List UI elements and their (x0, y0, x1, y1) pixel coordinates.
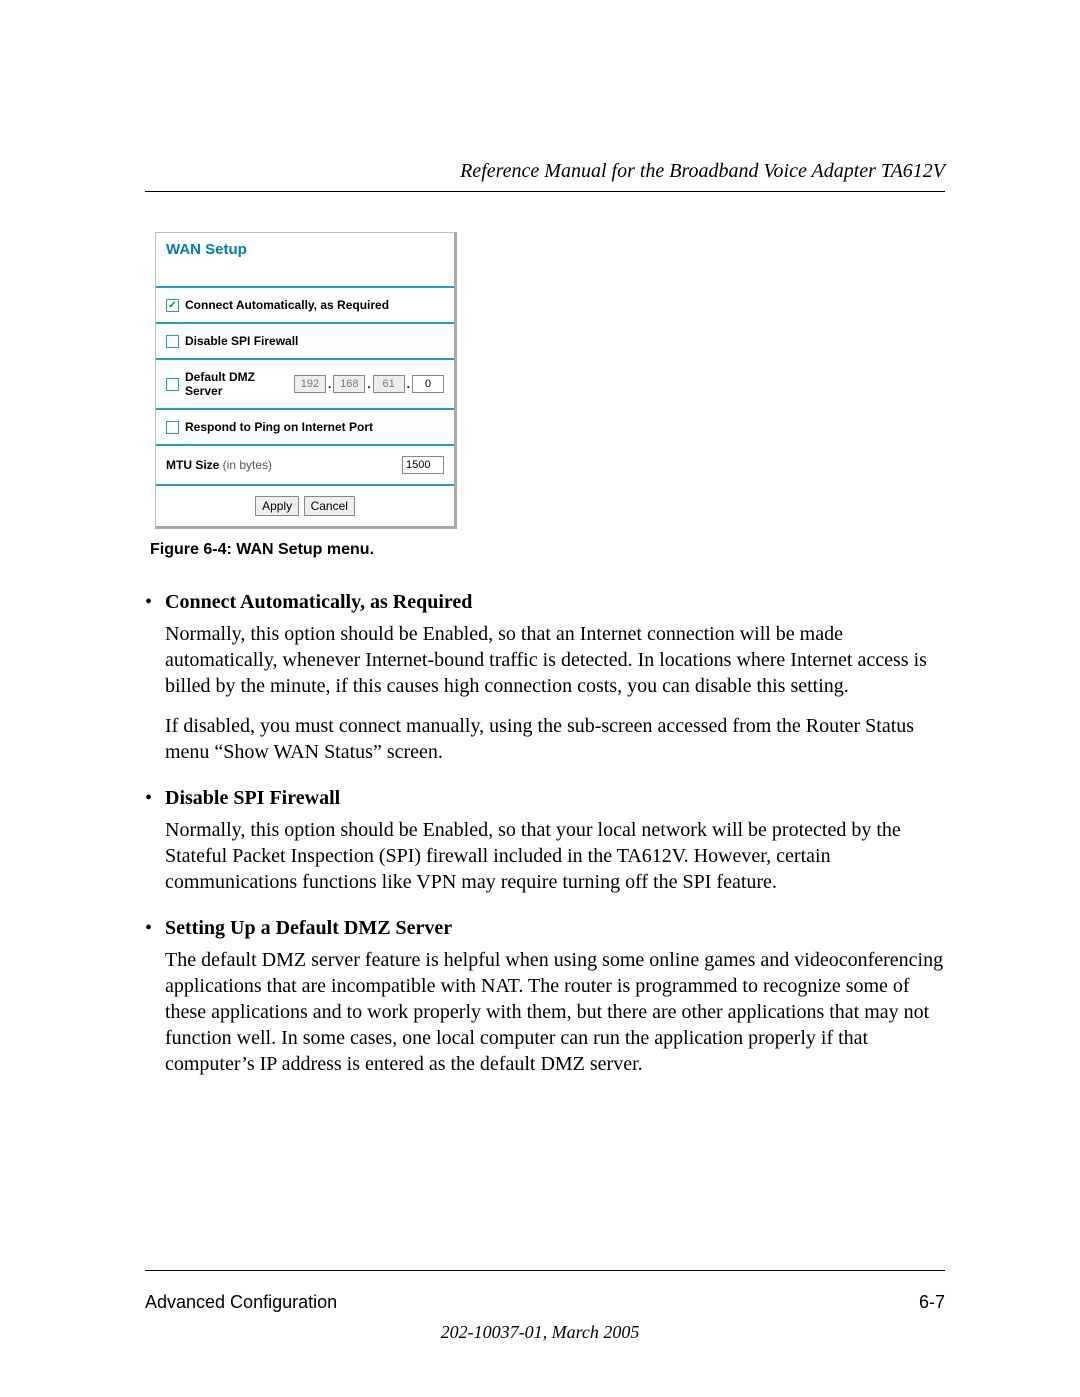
dmz-ip-octet-1[interactable] (294, 375, 326, 393)
label-default-dmz: Default DMZ Server (185, 370, 284, 398)
item-title: Disable SPI Firewall (165, 785, 945, 811)
bullet-list: Connect Automatically, as Required Norma… (145, 589, 945, 1077)
item-paragraph: If disabled, you must connect manually, … (165, 713, 945, 765)
checkbox-respond-ping[interactable] (166, 421, 179, 434)
wan-setup-panel: WAN Setup ✓ Connect Automatically, as Re… (155, 232, 457, 529)
page-number: 6-7 (919, 1292, 945, 1313)
panel-title: WAN Setup (156, 233, 454, 288)
item-paragraph: Normally, this option should be Enabled,… (165, 817, 945, 895)
footer-section: Advanced Configuration (145, 1292, 337, 1313)
doc-id: 202-10037-01, March 2005 (0, 1322, 1080, 1343)
row-default-dmz: Default DMZ Server . . . (156, 360, 454, 410)
panel-button-row: Apply Cancel (156, 486, 454, 526)
label-connect-auto: Connect Automatically, as Required (185, 298, 389, 312)
label-disable-spi: Disable SPI Firewall (185, 334, 298, 348)
item-title: Connect Automatically, as Required (165, 589, 945, 615)
header-rule (145, 191, 945, 192)
apply-button[interactable]: Apply (255, 496, 299, 516)
checkbox-default-dmz[interactable] (166, 378, 179, 391)
item-paragraph: The default DMZ server feature is helpfu… (165, 947, 945, 1077)
dmz-ip-octet-4[interactable] (412, 375, 444, 393)
row-respond-ping: Respond to Ping on Internet Port (156, 410, 454, 446)
row-mtu: MTU Size (in bytes) (156, 446, 454, 486)
mtu-label-light: (in bytes) (219, 458, 272, 472)
mtu-input[interactable] (402, 456, 444, 474)
label-respond-ping: Respond to Ping on Internet Port (185, 420, 373, 434)
item-title: Setting Up a Default DMZ Server (165, 915, 945, 941)
dot-icon: . (367, 377, 370, 391)
page: Reference Manual for the Broadband Voice… (0, 0, 1080, 1397)
list-item: Disable SPI Firewall Normally, this opti… (165, 785, 945, 895)
checkbox-disable-spi[interactable] (166, 335, 179, 348)
row-connect-auto: ✓ Connect Automatically, as Required (156, 288, 454, 324)
list-item: Setting Up a Default DMZ Server The defa… (165, 915, 945, 1077)
dmz-ip-octet-3[interactable] (373, 375, 405, 393)
list-item: Connect Automatically, as Required Norma… (165, 589, 945, 765)
checkbox-connect-auto[interactable]: ✓ (166, 299, 179, 312)
footer-rule (145, 1270, 945, 1271)
manual-title: Reference Manual for the Broadband Voice… (145, 160, 945, 183)
figure-caption: Figure 6-4: WAN Setup menu. (150, 541, 945, 559)
cancel-button[interactable]: Cancel (304, 496, 355, 516)
dmz-ip-octet-2[interactable] (333, 375, 365, 393)
dot-icon: . (407, 377, 410, 391)
dmz-ip-group: . . . (294, 375, 444, 393)
dot-icon: . (328, 377, 331, 391)
page-footer: Advanced Configuration 6-7 (145, 1292, 945, 1313)
item-paragraph: Normally, this option should be Enabled,… (165, 621, 945, 699)
row-disable-spi: Disable SPI Firewall (156, 324, 454, 360)
label-mtu: MTU Size (in bytes) (166, 458, 272, 472)
mtu-label-bold: MTU Size (166, 458, 219, 472)
